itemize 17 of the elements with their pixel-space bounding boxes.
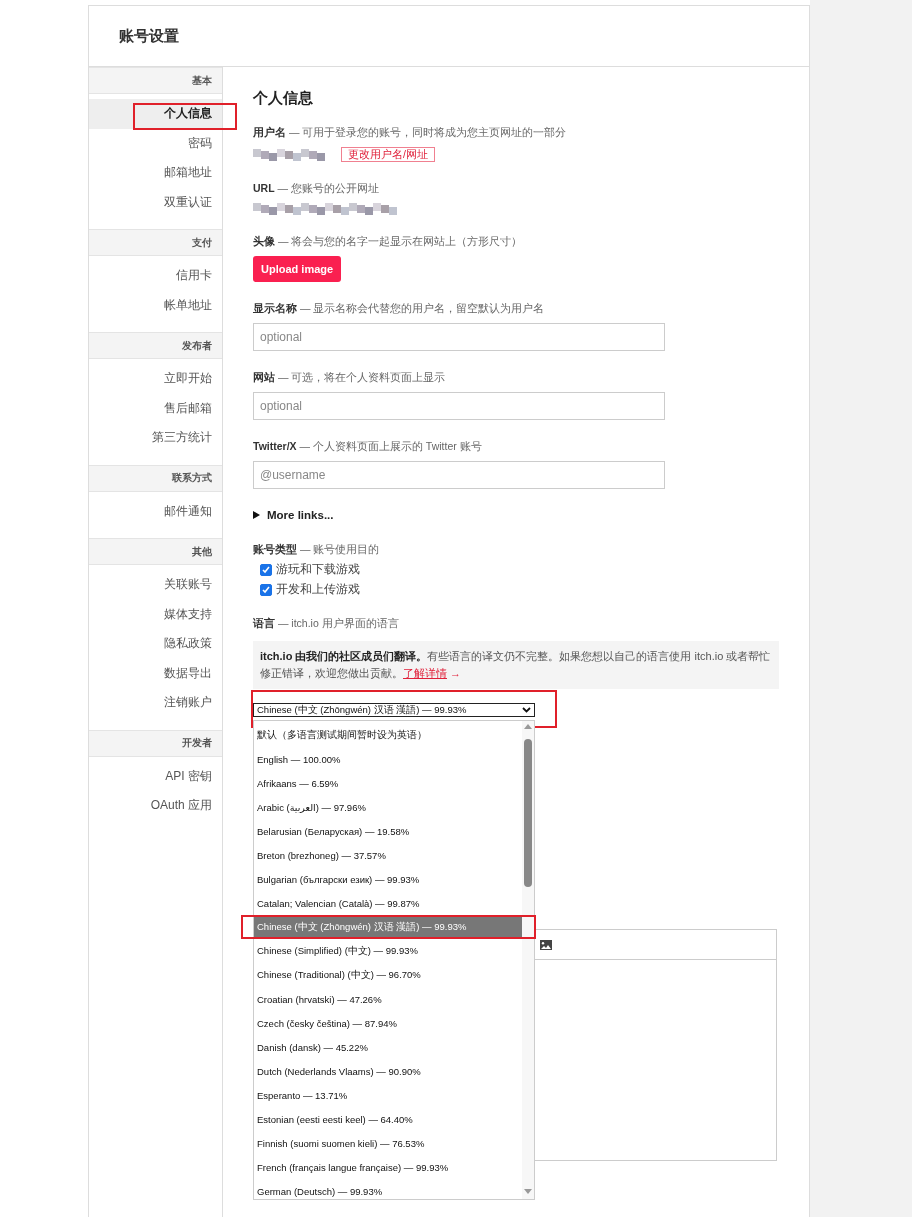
section-heading: 支付 — [192, 235, 212, 250]
section-heading: 发布者 — [182, 338, 212, 353]
section-heading: 开发者 — [182, 736, 212, 750]
field-label: 网站 — 可选，将在个人资料页面上显示 — [253, 371, 447, 385]
translation-notice: itch.io 由我们的社区成员们翻译。有些语言的译文仍不完整。如果您想以自己的语言使用 itch.io 或者帮忙修正错译，欢迎您做出贡献。了解详情 → — [253, 641, 779, 689]
section-heading: 其他 — [192, 544, 212, 559]
field-label: URL — 您账号的公开网址 — [253, 182, 380, 196]
field-label: 用户名 — 可用于登录您的账号，同时将成为您主页网址的一部分 — [253, 126, 568, 140]
field-label: 语言 — itch.io 用户界面的语言 — [253, 617, 400, 631]
section-title: 个人信息 — [253, 89, 314, 108]
field-label: 头像 — 将会与您的名字一起显示在网站上（方形尺寸） — [253, 235, 524, 249]
page-title: 账号设置 — [119, 26, 179, 46]
field-label: 账号类型 — 账号使用目的 — [253, 543, 381, 557]
section-heading: 基本 — [192, 73, 212, 88]
field-label: Twitter/X — 个人资料页面上展示的 Twitter 账号 — [253, 440, 483, 454]
section-heading: 联系方式 — [172, 471, 212, 485]
field-label: 显示名称 — 显示名称会代替您的用户名，留空默认为用户名 — [253, 302, 546, 316]
